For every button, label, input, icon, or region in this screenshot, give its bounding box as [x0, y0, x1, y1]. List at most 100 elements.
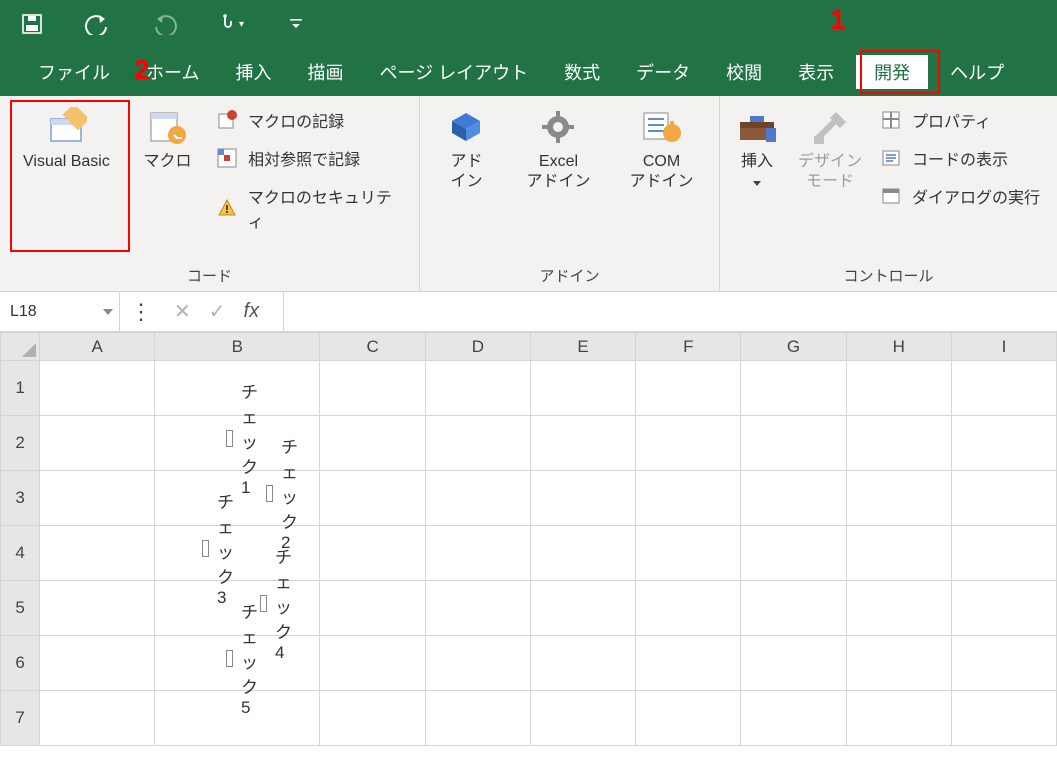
column-header[interactable]: I	[951, 333, 1056, 361]
checkbox-icon[interactable]	[226, 650, 233, 667]
cell[interactable]	[846, 416, 951, 471]
checkbox-icon[interactable]	[226, 430, 233, 447]
cell[interactable]	[741, 471, 846, 526]
cell[interactable]	[425, 471, 530, 526]
cell[interactable]	[40, 361, 155, 416]
cell[interactable]	[320, 471, 425, 526]
cell[interactable]	[320, 416, 425, 471]
cell[interactable]	[846, 471, 951, 526]
cell[interactable]	[530, 581, 635, 636]
tab-home[interactable]: ホーム	[128, 55, 217, 89]
cell[interactable]	[636, 581, 741, 636]
addins-button[interactable]: アドイン	[439, 102, 493, 258]
cell[interactable]	[425, 416, 530, 471]
cell[interactable]	[530, 526, 635, 581]
cell[interactable]	[741, 526, 846, 581]
row-header[interactable]: 1	[1, 361, 40, 416]
cell[interactable]	[846, 636, 951, 691]
excel-addins-button[interactable]: Excelアドイン	[520, 102, 596, 258]
tab-developer[interactable]: 開発	[856, 55, 928, 89]
checkbox-icon[interactable]	[202, 540, 209, 557]
cell[interactable]	[636, 471, 741, 526]
cell[interactable]	[636, 636, 741, 691]
tab-file[interactable]: ファイル	[20, 55, 128, 89]
cell[interactable]	[636, 361, 741, 416]
redo-button[interactable]	[150, 10, 178, 38]
row-header[interactable]: 3	[1, 471, 40, 526]
cell[interactable]	[741, 691, 846, 746]
tab-draw[interactable]: 描画	[289, 55, 361, 89]
undo-button[interactable]	[84, 10, 112, 38]
cell[interactable]	[425, 526, 530, 581]
customize-qat-button[interactable]	[282, 10, 310, 38]
fx-icon[interactable]: fx	[244, 300, 260, 323]
view-code-button[interactable]: コードの表示	[876, 146, 1044, 170]
column-header[interactable]: H	[846, 333, 951, 361]
tab-data[interactable]: データ	[618, 55, 708, 89]
cell[interactable]	[846, 581, 951, 636]
cell[interactable]	[425, 636, 530, 691]
enter-icon[interactable]: ✓	[209, 299, 226, 324]
cell[interactable]	[636, 416, 741, 471]
macro-security-button[interactable]: マクロのセキュリティ	[212, 184, 409, 232]
form-checkbox[interactable]: チェック 1	[226, 378, 268, 498]
form-checkbox[interactable]: チェック 2	[266, 433, 308, 553]
row-header[interactable]: 7	[1, 691, 40, 746]
cell[interactable]	[40, 581, 155, 636]
row-header[interactable]: 2	[1, 416, 40, 471]
touch-mode-button[interactable]: ▾	[216, 10, 244, 38]
cell[interactable]	[951, 691, 1056, 746]
tab-review[interactable]: 校閲	[708, 55, 780, 89]
tab-insert[interactable]: 挿入	[217, 55, 289, 89]
com-addins-button[interactable]: COMアドイン	[623, 102, 699, 258]
cell[interactable]	[636, 691, 741, 746]
column-header[interactable]: D	[425, 333, 530, 361]
formula-bar-handle[interactable]: ⋮	[120, 292, 160, 331]
cell[interactable]	[530, 691, 635, 746]
cell[interactable]	[951, 361, 1056, 416]
column-header[interactable]: A	[40, 333, 155, 361]
cell[interactable]	[846, 361, 951, 416]
cell[interactable]	[425, 361, 530, 416]
cell[interactable]	[741, 636, 846, 691]
cell[interactable]	[40, 526, 155, 581]
cell[interactable]	[951, 416, 1056, 471]
cell[interactable]	[636, 526, 741, 581]
row-header[interactable]: 5	[1, 581, 40, 636]
tab-formulas[interactable]: 数式	[546, 55, 618, 89]
column-header[interactable]: F	[636, 333, 741, 361]
relative-reference-button[interactable]: 相対参照で記録	[212, 146, 409, 170]
cell[interactable]	[951, 581, 1056, 636]
record-macro-button[interactable]: マクロの記録	[212, 108, 409, 132]
row-header[interactable]: 6	[1, 636, 40, 691]
cell[interactable]	[951, 636, 1056, 691]
cell[interactable]	[741, 581, 846, 636]
cell[interactable]	[40, 471, 155, 526]
cell[interactable]	[320, 636, 425, 691]
cell[interactable]	[320, 581, 425, 636]
cell[interactable]	[530, 416, 635, 471]
row-header[interactable]: 4	[1, 526, 40, 581]
cell[interactable]	[320, 526, 425, 581]
cell[interactable]	[320, 361, 425, 416]
tab-help[interactable]: ヘルプ	[932, 55, 1022, 89]
cell[interactable]	[530, 361, 635, 416]
name-box[interactable]: L18	[0, 292, 120, 331]
cell[interactable]	[951, 471, 1056, 526]
tab-view[interactable]: 表示	[780, 55, 852, 89]
save-button[interactable]	[18, 10, 46, 38]
cell[interactable]	[741, 416, 846, 471]
cell[interactable]	[951, 526, 1056, 581]
select-all-corner[interactable]	[1, 333, 40, 361]
form-checkbox[interactable]: チェック 3	[202, 488, 244, 608]
spreadsheet-grid[interactable]: ABCDEFGHI1234567 チェック 1チェック 2チェック 3チェック …	[0, 332, 1057, 746]
tab-page-layout[interactable]: ページ レイアウト	[361, 55, 546, 89]
column-header[interactable]: G	[741, 333, 846, 361]
run-dialog-button[interactable]: ダイアログの実行	[876, 184, 1044, 208]
column-header[interactable]: C	[320, 333, 425, 361]
cell[interactable]	[741, 361, 846, 416]
cell[interactable]	[40, 416, 155, 471]
properties-button[interactable]: プロパティ	[876, 108, 1044, 132]
visual-basic-button[interactable]: Visual Basic	[10, 102, 123, 258]
checkbox-icon[interactable]	[266, 485, 273, 502]
